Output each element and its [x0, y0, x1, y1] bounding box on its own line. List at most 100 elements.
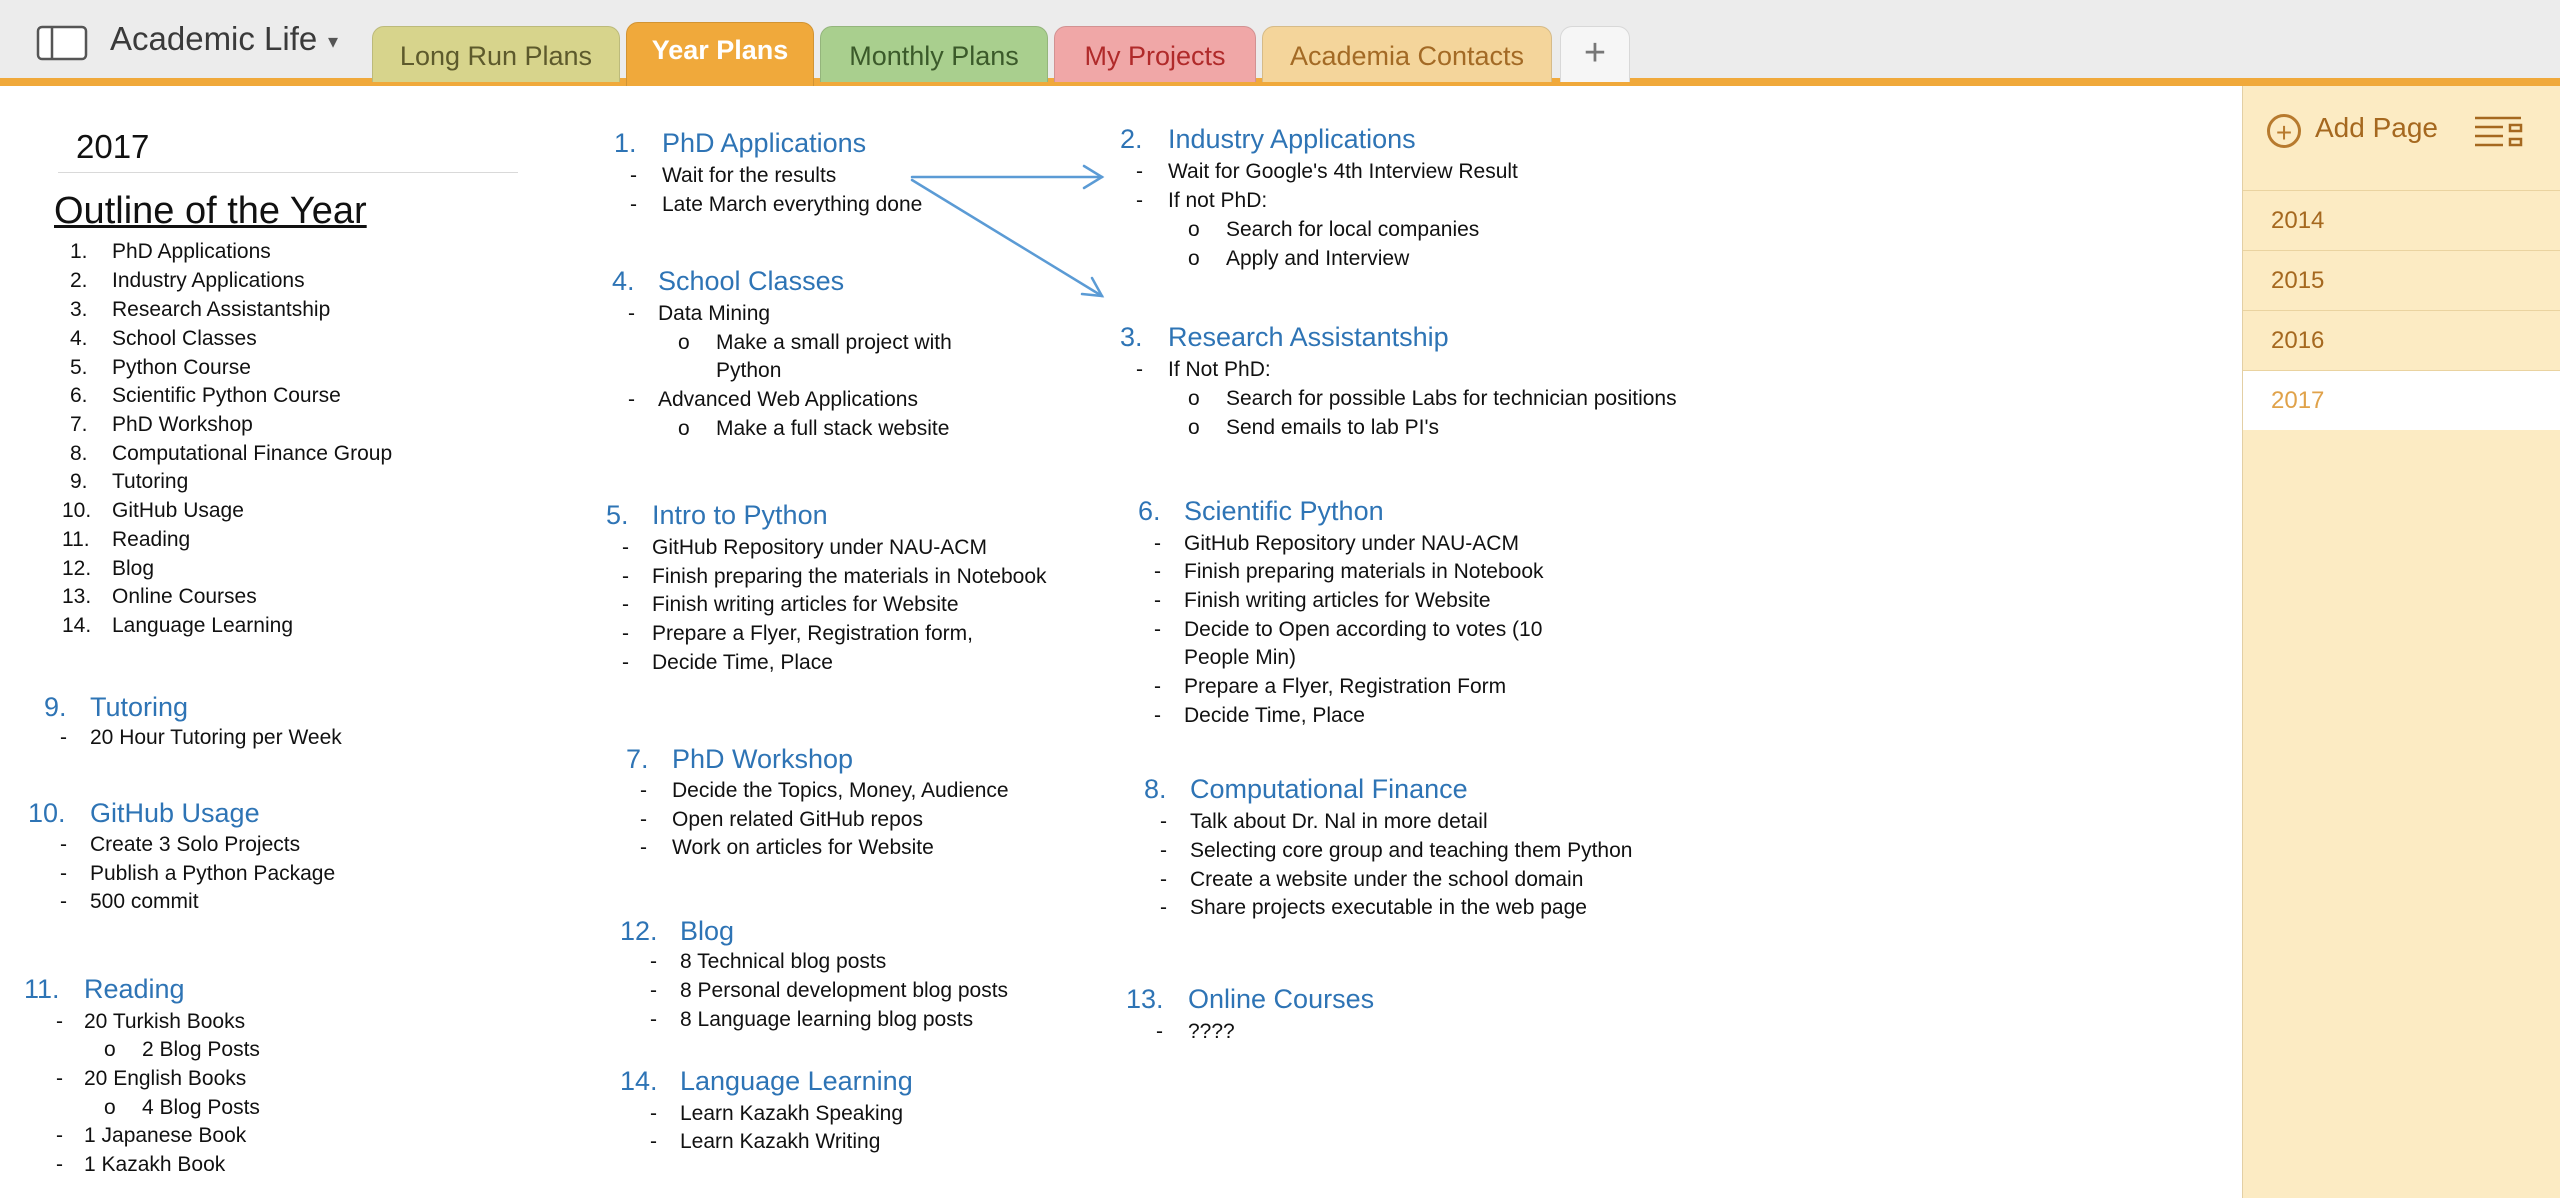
bullet-item[interactable]: 4 Blog Posts [142, 1096, 260, 1120]
bullet-item[interactable]: Selecting core group and teaching them P… [1190, 839, 1632, 863]
bullet-dash: - [1154, 532, 1161, 555]
outline-item[interactable]: Online Courses [112, 585, 257, 609]
section-heading[interactable]: Computational Finance [1190, 774, 1468, 805]
bullet-item[interactable]: Prepare a Flyer, Registration Form [1184, 675, 1506, 699]
add-section-button[interactable]: + [1560, 26, 1630, 82]
outline-item[interactable]: PhD Workshop [112, 413, 253, 437]
section-heading[interactable]: GitHub Usage [90, 798, 260, 829]
bullet-item[interactable]: GitHub Repository under NAU-ACM [1184, 532, 1519, 556]
bullet-item[interactable]: 20 Hour Tutoring per Week [90, 726, 342, 750]
section-heading[interactable]: Industry Applications [1168, 124, 1416, 155]
tab-monthly-plans[interactable]: Monthly Plans [820, 26, 1048, 82]
bullet-item[interactable]: Make a full stack website [716, 417, 949, 441]
bullet-item[interactable]: Publish a Python Package [90, 862, 335, 886]
notebook-icon[interactable] [36, 24, 88, 62]
section-heading[interactable]: Research Assistantship [1168, 322, 1449, 353]
bullet-item[interactable]: Wait for the results [662, 164, 836, 188]
bullet-item[interactable]: Decide to Open according to votes (10 [1184, 618, 1542, 642]
page-title[interactable]: 2017 [76, 128, 149, 166]
section-number: 1. [614, 128, 637, 158]
bullet-dash: - [1154, 704, 1161, 727]
section-heading[interactable]: School Classes [658, 266, 844, 297]
section-number: 14. [620, 1066, 658, 1096]
section-heading[interactable]: Scientific Python [1184, 496, 1384, 527]
bullet-item[interactable]: Python [716, 359, 781, 383]
section-number: 9. [44, 692, 67, 722]
section-heading[interactable]: Tutoring [90, 692, 188, 723]
bullet-item[interactable]: Work on articles for Website [672, 836, 934, 860]
bullet-item[interactable]: Decide Time, Place [1184, 704, 1365, 728]
bullet-item[interactable]: 2 Blog Posts [142, 1038, 260, 1062]
outline-item[interactable]: Reading [112, 528, 190, 552]
bullet-item[interactable]: Learn Kazakh Writing [680, 1130, 880, 1154]
bullet-item[interactable]: Wait for Google's 4th Interview Result [1168, 160, 1518, 184]
bullet-item[interactable]: 500 commit [90, 890, 199, 914]
bullet-item[interactable]: Send emails to lab PI's [1226, 416, 1439, 440]
bullet-item[interactable]: Finish writing articles for Website [1184, 589, 1491, 613]
outline-item[interactable]: School Classes [112, 327, 257, 351]
page-item-2016[interactable]: 2016 [2243, 310, 2560, 370]
outline-item[interactable]: Research Assistantship [112, 298, 330, 322]
outline-item[interactable]: GitHub Usage [112, 499, 244, 523]
bullet-dash: - [628, 388, 635, 411]
tab-year-plans[interactable]: Year Plans [626, 22, 814, 86]
bullet-item[interactable]: Finish preparing materials in Notebook [1184, 560, 1544, 584]
bullet-item[interactable]: Share projects executable in the web pag… [1190, 896, 1587, 920]
bullet-item[interactable]: Search for local companies [1226, 218, 1479, 242]
chevron-down-icon[interactable]: ▾ [328, 29, 338, 54]
page-item-2015[interactable]: 2015 [2243, 250, 2560, 310]
bullet-item[interactable]: 20 Turkish Books [84, 1010, 245, 1034]
bullet-item[interactable]: 20 English Books [84, 1067, 246, 1091]
page-item-2014[interactable]: 2014 [2243, 190, 2560, 250]
bullet-item[interactable]: 8 Technical blog posts [680, 950, 886, 974]
tab-long-run-plans[interactable]: Long Run Plans [372, 26, 620, 82]
outline-item[interactable]: Scientific Python Course [112, 384, 341, 408]
bullet-item[interactable]: 1 Japanese Book [84, 1124, 246, 1148]
section-heading[interactable]: PhD Applications [662, 128, 866, 159]
tab-my-projects[interactable]: My Projects [1054, 26, 1256, 82]
bullet-item[interactable]: 8 Personal development blog posts [680, 979, 1008, 1003]
tab-academia-contacts[interactable]: Academia Contacts [1262, 26, 1552, 82]
bullet-item[interactable]: Talk about Dr. Nal in more detail [1190, 810, 1488, 834]
section-heading[interactable]: Intro to Python [652, 500, 828, 531]
bullet-item[interactable]: Data Mining [658, 302, 770, 326]
outline-heading[interactable]: Outline of the Year [54, 190, 367, 233]
bullet-item[interactable]: GitHub Repository under NAU-ACM [652, 536, 987, 560]
bullet-item[interactable]: Finish preparing the materials in Notebo… [652, 565, 1047, 589]
bullet-item[interactable]: ???? [1188, 1020, 1235, 1044]
section-heading[interactable]: Blog [680, 916, 734, 947]
bullet-item[interactable]: 1 Kazakh Book [84, 1153, 225, 1177]
outline-item[interactable]: PhD Applications [112, 240, 271, 264]
section-heading[interactable]: PhD Workshop [672, 744, 853, 775]
bullet-item[interactable]: Late March everything done [662, 193, 922, 217]
bullet-item[interactable]: If Not PhD: [1168, 358, 1271, 382]
bullet-item[interactable]: Decide Time, Place [652, 651, 833, 675]
outline-item[interactable]: Industry Applications [112, 269, 305, 293]
bullet-item[interactable]: Prepare a Flyer, Registration form, [652, 622, 973, 646]
sort-pages-icon[interactable] [2473, 114, 2523, 148]
notebook-title[interactable]: Academic Life [110, 20, 317, 58]
outline-number: 9. [70, 470, 88, 493]
bullet-item[interactable]: Make a small project with [716, 331, 952, 355]
bullet-item[interactable]: If not PhD: [1168, 189, 1267, 213]
page-item-2017[interactable]: 2017 [2243, 370, 2560, 430]
bullet-item[interactable]: People Min) [1184, 646, 1296, 670]
bullet-item[interactable]: Create a website under the school domain [1190, 868, 1583, 892]
section-heading[interactable]: Reading [84, 974, 185, 1005]
bullet-item[interactable]: Advanced Web Applications [658, 388, 918, 412]
bullet-item[interactable]: Learn Kazakh Speaking [680, 1102, 903, 1126]
bullet-item[interactable]: Search for possible Labs for technician … [1226, 387, 1677, 411]
bullet-item[interactable]: Create 3 Solo Projects [90, 833, 300, 857]
outline-item[interactable]: Blog [112, 557, 154, 581]
outline-item[interactable]: Tutoring [112, 470, 188, 494]
bullet-item[interactable]: 8 Language learning blog posts [680, 1008, 973, 1032]
outline-item[interactable]: Python Course [112, 356, 251, 380]
section-heading[interactable]: Language Learning [680, 1066, 913, 1097]
bullet-item[interactable]: Decide the Topics, Money, Audience [672, 779, 1009, 803]
bullet-item[interactable]: Finish writing articles for Website [652, 593, 959, 617]
bullet-item[interactable]: Open related GitHub repos [672, 808, 923, 832]
section-heading[interactable]: Online Courses [1188, 984, 1374, 1015]
bullet-item[interactable]: Apply and Interview [1226, 247, 1409, 271]
outline-item[interactable]: Language Learning [112, 614, 293, 638]
outline-item[interactable]: Computational Finance Group [112, 442, 392, 466]
